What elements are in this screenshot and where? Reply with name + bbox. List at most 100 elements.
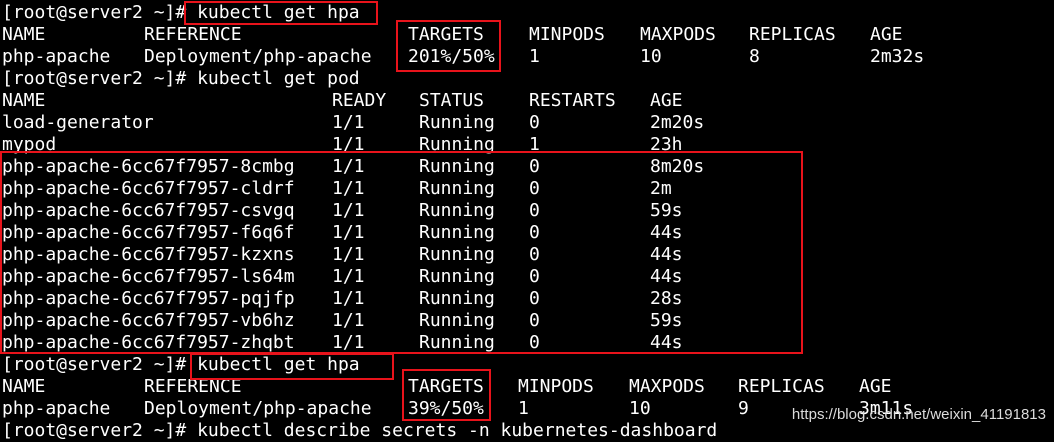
prompt-line: [root@server2 ~]# kubectl get hpa xyxy=(2,354,360,376)
prompt-line: [root@server2 ~]# kubectl get hpa xyxy=(2,2,360,24)
table-cell: 0 xyxy=(529,112,540,133)
table-cell: MINPODS xyxy=(529,24,605,45)
shell-prompt: [root@server2 ~]# xyxy=(2,2,198,23)
table-cell: 2m32s xyxy=(870,46,925,67)
table-cell: REPLICAS xyxy=(749,24,836,45)
table-cell: 8 xyxy=(749,46,760,67)
table-cell: Running xyxy=(419,134,495,155)
table-cell: 0 xyxy=(529,222,540,243)
table-cell: MAXPODS xyxy=(640,24,716,45)
table-cell: TARGETS xyxy=(408,24,484,45)
table-cell: php-apache-6cc67f7957-cldrf xyxy=(2,178,295,199)
table-cell: php-apache-6cc67f7957-zhqbt xyxy=(2,332,295,353)
table-cell: php-apache xyxy=(2,398,111,419)
table-cell: 1 xyxy=(529,46,540,67)
table-cell: MAXPODS xyxy=(629,376,705,397)
table-cell: 10 xyxy=(629,398,651,419)
table-cell: 1/1 xyxy=(332,200,365,221)
table-cell: php-apache xyxy=(2,46,111,67)
table-cell: TARGETS xyxy=(408,376,484,397)
table-cell: STATUS xyxy=(419,90,485,111)
prompt-line: [root@server2 ~]# kubectl describe secre… xyxy=(2,420,717,442)
table-cell: 44s xyxy=(650,244,683,265)
table-cell: 201%/50% xyxy=(408,46,495,67)
table-cell: 2m20s xyxy=(650,112,705,133)
table-cell: NAME xyxy=(2,24,46,45)
table-cell: Running xyxy=(419,156,495,177)
table-cell: php-apache-6cc67f7957-ls64m xyxy=(2,266,295,287)
table-cell: NAME xyxy=(2,376,46,397)
table-cell: Running xyxy=(419,266,495,287)
table-cell: 1 xyxy=(529,134,540,155)
table-cell: 44s xyxy=(650,332,683,353)
shell-prompt: [root@server2 ~]# xyxy=(2,68,198,89)
table-cell: Running xyxy=(419,332,495,353)
terminal-window[interactable]: [root@server2 ~]# kubectl get hpa NAME REF… xyxy=(0,0,1054,441)
table-cell: php-apache-6cc67f7957-vb6hz xyxy=(2,310,295,331)
table-cell: 0 xyxy=(529,244,540,265)
table-cell: Running xyxy=(419,244,495,265)
table-cell: php-apache-6cc67f7957-csvgq xyxy=(2,200,295,221)
table-cell: 0 xyxy=(529,266,540,287)
table-cell: 9 xyxy=(738,398,749,419)
table-cell: 1/1 xyxy=(332,288,365,309)
table-cell: Deployment/php-apache xyxy=(144,398,372,419)
table-cell: AGE xyxy=(859,376,892,397)
table-cell: Running xyxy=(419,222,495,243)
table-cell: REPLICAS xyxy=(738,376,825,397)
table-cell: 1/1 xyxy=(332,310,365,331)
table-cell: 0 xyxy=(529,200,540,221)
table-cell: Running xyxy=(419,310,495,331)
table-cell: 0 xyxy=(529,332,540,353)
command-text: kubectl get hpa xyxy=(197,354,360,375)
table-cell: 1/1 xyxy=(332,134,365,155)
table-cell: 44s xyxy=(650,222,683,243)
table-cell: 0 xyxy=(529,178,540,199)
watermark: https://blog.csdn.net/weixin_41191813 xyxy=(791,406,1046,423)
table-cell: 1/1 xyxy=(332,222,365,243)
table-cell: 44s xyxy=(650,266,683,287)
command-text: kubectl describe secrets -n kubernetes-d… xyxy=(197,420,718,441)
table-cell: AGE xyxy=(650,90,683,111)
table-cell: 1/1 xyxy=(332,244,365,265)
prompt-line: [root@server2 ~]# kubectl get pod xyxy=(2,68,360,90)
table-cell: 59s xyxy=(650,310,683,331)
table-cell: REFERENCE xyxy=(144,376,242,397)
table-cell: 23h xyxy=(650,134,683,155)
table-cell: php-apache-6cc67f7957-kzxns xyxy=(2,244,295,265)
table-cell: 1/1 xyxy=(332,266,365,287)
table-cell: REFERENCE xyxy=(144,24,242,45)
table-cell: 8m20s xyxy=(650,156,705,177)
table-cell: AGE xyxy=(870,24,903,45)
table-cell: Running xyxy=(419,178,495,199)
table-cell: 0 xyxy=(529,310,540,331)
table-cell: Running xyxy=(419,200,495,221)
table-cell: 1/1 xyxy=(332,332,365,353)
table-cell: MINPODS xyxy=(518,376,594,397)
table-cell: 1/1 xyxy=(332,156,365,177)
table-cell: 59s xyxy=(650,200,683,221)
table-cell: 1/1 xyxy=(332,178,365,199)
command-text: kubectl get hpa xyxy=(197,2,360,23)
table-cell: 10 xyxy=(640,46,662,67)
table-cell: php-apache-6cc67f7957-f6q6f xyxy=(2,222,295,243)
table-cell: mypod xyxy=(2,134,57,155)
command-text: kubectl get pod xyxy=(197,68,360,89)
table-cell: Deployment/php-apache xyxy=(144,46,372,67)
table-cell: php-apache-6cc67f7957-8cmbg xyxy=(2,156,295,177)
table-cell: 0 xyxy=(529,288,540,309)
table-cell: 39%/50% xyxy=(408,398,484,419)
table-cell: 2m xyxy=(650,178,672,199)
table-cell: NAME xyxy=(2,90,46,111)
table-cell: 1 xyxy=(518,398,529,419)
table-cell: Running xyxy=(419,112,495,133)
table-cell: 1/1 xyxy=(332,112,365,133)
table-cell: Running xyxy=(419,288,495,309)
table-cell: READY xyxy=(332,90,387,111)
table-cell: php-apache-6cc67f7957-pqjfp xyxy=(2,288,295,309)
table-cell: 28s xyxy=(650,288,683,309)
table-cell: RESTARTS xyxy=(529,90,616,111)
shell-prompt: [root@server2 ~]# xyxy=(2,354,198,375)
table-cell: load-generator xyxy=(2,112,154,133)
shell-prompt: [root@server2 ~]# xyxy=(2,420,198,441)
